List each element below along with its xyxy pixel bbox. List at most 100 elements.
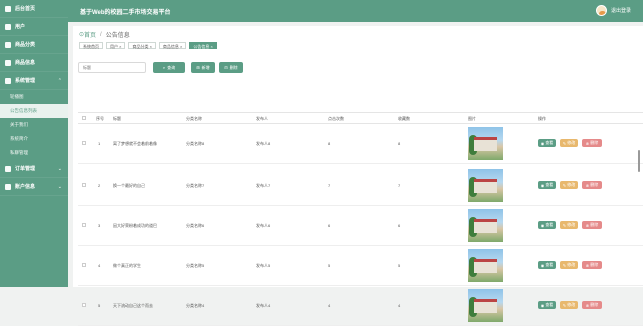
cell-favs: 5 [398,263,401,268]
search-button[interactable]: ⌕ 查询 [153,62,185,73]
sidebar-item-home[interactable]: 后台首页 [0,0,68,18]
cell-publisher: 发布人8 [256,141,271,146]
sidebar-item-account[interactable]: 账户信息 ⌄ [0,178,68,196]
sidebar-item-goods[interactable]: 商品信息 [0,54,68,72]
box-icon [5,59,11,66]
delete-row-button[interactable]: ⊗ 删除 [582,221,602,229]
cell-title: 换一个最好的自己 [113,183,145,188]
edit-label: 修改 [567,182,576,187]
breadcrumb-current: 公告信息 [105,33,130,39]
avatar[interactable] [595,5,607,16]
view-button[interactable]: ◉ 查看 [538,301,556,309]
edit-icon: ✎ [562,182,567,188]
header-clicks: 点击次数 [328,116,344,121]
cell-clicks: 7 [328,183,331,188]
select-all-checkbox[interactable] [82,116,86,120]
add-button[interactable]: ⊞ 新增 [191,62,215,73]
eye-icon: ◉ [540,140,545,146]
view-label: 查看 [545,262,554,267]
edit-button[interactable]: ✎ 修改 [560,181,578,189]
sidebar-sub-carousel[interactable]: 轮播图 [0,90,68,104]
edit-button[interactable]: ✎ 修改 [560,301,578,309]
sidebar-item-categories[interactable]: 商品分类 [0,36,68,54]
tag-users[interactable]: 用户 × [106,42,126,49]
edit-button[interactable]: ✎ 修改 [560,261,578,269]
view-button[interactable]: ◉ 查看 [538,221,556,229]
edit-button[interactable]: ✎ 修改 [560,139,578,147]
cell-category: 分类名称4 [186,303,205,308]
row-image [468,289,503,322]
edit-label: 修改 [567,302,576,307]
cell-publisher: 发布人7 [256,183,271,188]
delete-label: 删除 [590,302,599,307]
sidebar-item-orders[interactable]: 订单管理 ⌄ [0,160,68,178]
sidebar-sub-about[interactable]: 关于我们 [0,118,68,132]
row-checkbox[interactable] [82,263,86,267]
cell-no: 5 [98,303,101,308]
header-title: 标题 [113,116,121,121]
header-favs: 收藏数 [398,116,410,121]
sidebar-sub-chat[interactable]: 私聊管理 [0,146,68,160]
table-row: 4 做个真正的学生 分类名称5 发布人5 5 5 ◉ 查看 ✎ 修改 ⊗ 删除 [78,246,643,286]
chevron-down-icon: ⌄ [57,166,62,172]
tag-notices[interactable]: 公告信息 × [189,42,217,49]
sidebar-item-label: 订单管理 [15,166,36,172]
table-row: 1 离了梦想就不会着前着像 分类名称8 发布人8 8 8 ◉ 查看 ✎ 修改 ⊗ 删除 [78,124,643,164]
sidebar-sub-notices[interactable]: 公告信息列表 [0,104,68,118]
sidebar-sub-label: 轮播图 [10,94,24,99]
header-image: 图片 [468,116,476,121]
row-image [468,127,503,160]
x-icon: ⊗ [585,302,590,308]
row-checkbox[interactable] [82,223,86,227]
view-button[interactable]: ◉ 查看 [538,139,556,147]
cell-clicks: 4 [328,303,331,308]
tag-home[interactable]: 系统首页 [79,42,103,49]
delete-row-button[interactable]: ⊗ 删除 [582,301,602,309]
sidebar-item-label: 后台首页 [15,6,36,12]
view-button[interactable]: ◉ 查看 [538,261,556,269]
logout-link[interactable]: 退出登录 [611,7,631,14]
row-checkbox[interactable] [82,303,86,307]
sidebar-item-label: 用户 [15,24,26,30]
delete-row-button[interactable]: ⊗ 删除 [582,139,602,147]
row-checkbox[interactable] [82,141,86,145]
sidebar-item-system[interactable]: 系统管理 ⌃ [0,72,68,90]
search-input[interactable] [78,62,146,73]
main-content: ⊙ 首页 / 公告信息 系统首页 用户 × 商品分类 × 商品信息 × 公告信息… [73,26,643,326]
sidebar-sub-label: 私聊管理 [10,150,28,155]
cell-publisher: 发布人6 [256,223,271,228]
chevron-down-icon: ⌄ [57,184,62,190]
cell-title: 天下流动自己这个而去 [113,303,153,308]
header-category: 分类名称 [186,116,202,121]
tag-categories[interactable]: 商品分类 × [128,42,156,49]
header-no: 序号 [96,116,104,121]
eye-icon: ◉ [540,222,545,228]
edit-button[interactable]: ✎ 修改 [560,221,578,229]
breadcrumb-home[interactable]: 首页 [84,30,96,39]
header-publisher: 发布人 [256,116,268,121]
edit-icon: ✎ [562,262,567,268]
cell-category: 分类名称7 [186,183,205,188]
row-checkbox[interactable] [82,183,86,187]
list-icon [5,41,11,48]
delete-button[interactable]: ⊟ 删除 [219,62,243,73]
cell-publisher: 发布人4 [256,303,271,308]
delete-row-button[interactable]: ⊗ 删除 [582,261,602,269]
sidebar-item-label: 商品信息 [15,60,36,66]
top-bar: 基于Web的校园二手市场交易平台 退出登录 [68,0,643,22]
tag-goods[interactable]: 商品信息 × [158,42,187,49]
cell-publisher: 发布人5 [256,263,271,268]
table-row: 5 天下流动自己这个而去 分类名称4 发布人4 4 4 ◉ 查看 ✎ 修改 ⊗ 删除 [78,286,643,326]
sidebar-item-users[interactable]: 用户 [0,18,68,36]
plus-icon: ⊞ [196,65,200,70]
user-icon [5,23,11,30]
sidebar-item-label: 账户信息 [15,184,36,190]
app-title: 基于Web的校园二手市场交易平台 [80,9,171,16]
view-button[interactable]: ◉ 查看 [538,181,556,189]
sidebar-sub-intro[interactable]: 系统简介 [0,132,68,146]
scrollbar[interactable] [638,150,640,172]
cell-no: 1 [98,141,101,146]
delete-label: 删除 [590,182,599,187]
delete-button-label: 删除 [229,64,238,70]
delete-row-button[interactable]: ⊗ 删除 [582,181,602,189]
